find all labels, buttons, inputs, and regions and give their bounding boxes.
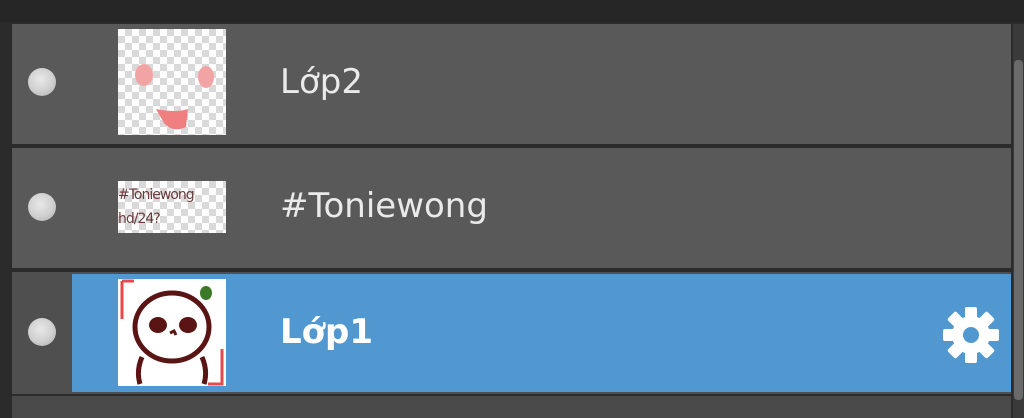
layer-thumbnail: #Toniewong hd/24?: [118, 181, 226, 233]
panel-top-bar: [0, 0, 1024, 22]
visibility-toggle-icon[interactable]: [28, 318, 56, 346]
panel-bottom-strip: [12, 396, 1011, 418]
layer-row-lop2[interactable]: Lớp2: [12, 24, 1011, 144]
visibility-toggle-icon[interactable]: [28, 68, 56, 96]
layer-thumbnail: [118, 279, 226, 386]
thumbnail-text: #Toniewong hd/24?: [118, 187, 195, 227]
layer-name[interactable]: Lớp1: [280, 312, 373, 352]
layer-row-lop1[interactable]: Lớp1: [12, 272, 1011, 394]
character-thumbnail: [120, 279, 224, 386]
visibility-toggle-icon[interactable]: [28, 193, 56, 221]
layer-thumbnail: [118, 29, 226, 135]
gear-icon[interactable]: [942, 306, 1000, 364]
layers-panel: Lớp2 #Toniewong hd/24? #Toniewong Lớp1: [0, 0, 1024, 418]
pink-face-thumbnail: [135, 64, 214, 130]
scrollbar-thumb[interactable]: [1014, 60, 1023, 400]
layer-name[interactable]: #Toniewong: [280, 186, 488, 226]
layer-name[interactable]: Lớp2: [280, 62, 363, 102]
layer-row-toniewong[interactable]: #Toniewong hd/24? #Toniewong: [12, 148, 1011, 268]
